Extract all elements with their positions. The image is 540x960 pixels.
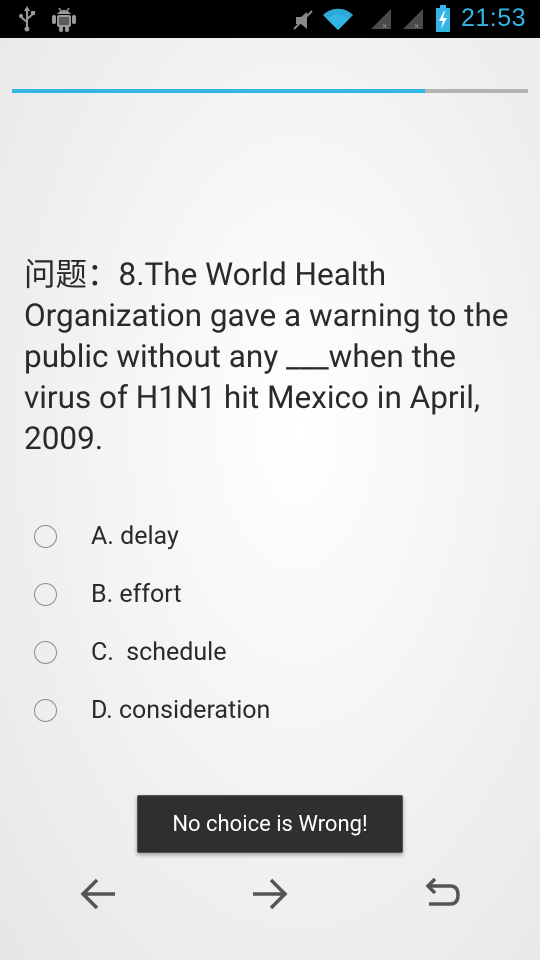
radio-button[interactable] (34, 640, 57, 664)
previous-button[interactable] (76, 874, 120, 914)
next-button[interactable] (248, 874, 292, 914)
toast-message: No choice is Wrong! (172, 811, 368, 837)
option-label: A. delay (91, 521, 179, 551)
option-label: D. consideration (91, 695, 271, 725)
battery-charging-icon (436, 5, 450, 32)
mute-icon (293, 10, 313, 30)
radio-button[interactable] (34, 698, 57, 722)
signal-icon: × (371, 9, 391, 31)
toast: No choice is Wrong! (137, 795, 403, 853)
option-c[interactable]: C. schedule (34, 637, 227, 667)
question-text: 问题：8.The World Health Organization gave … (24, 256, 509, 457)
radio-button[interactable] (34, 582, 57, 606)
quiz-progress-bar (12, 89, 528, 93)
clock: 21:53 (460, 4, 526, 32)
usb-icon (19, 6, 35, 32)
undo-icon (425, 877, 460, 906)
svg-text:×: × (382, 21, 387, 31)
svg-text:×: × (414, 21, 419, 31)
arrow-right-icon (253, 878, 288, 910)
radio-button[interactable] (34, 524, 57, 548)
arrow-left-icon (80, 878, 115, 910)
android-debug-icon (52, 7, 76, 32)
option-d[interactable]: D. consideration (34, 695, 270, 725)
option-label: C. schedule (91, 637, 227, 667)
option-a[interactable]: A. delay (34, 521, 179, 551)
option-label: B. effort (91, 579, 182, 609)
signal-icon: × (403, 9, 423, 31)
wifi-icon (323, 8, 353, 30)
undo-button[interactable] (420, 874, 464, 914)
quiz-progress-fill (12, 89, 425, 93)
option-b[interactable]: B. effort (34, 579, 182, 609)
status-bar: × × 21:53 (0, 0, 540, 38)
